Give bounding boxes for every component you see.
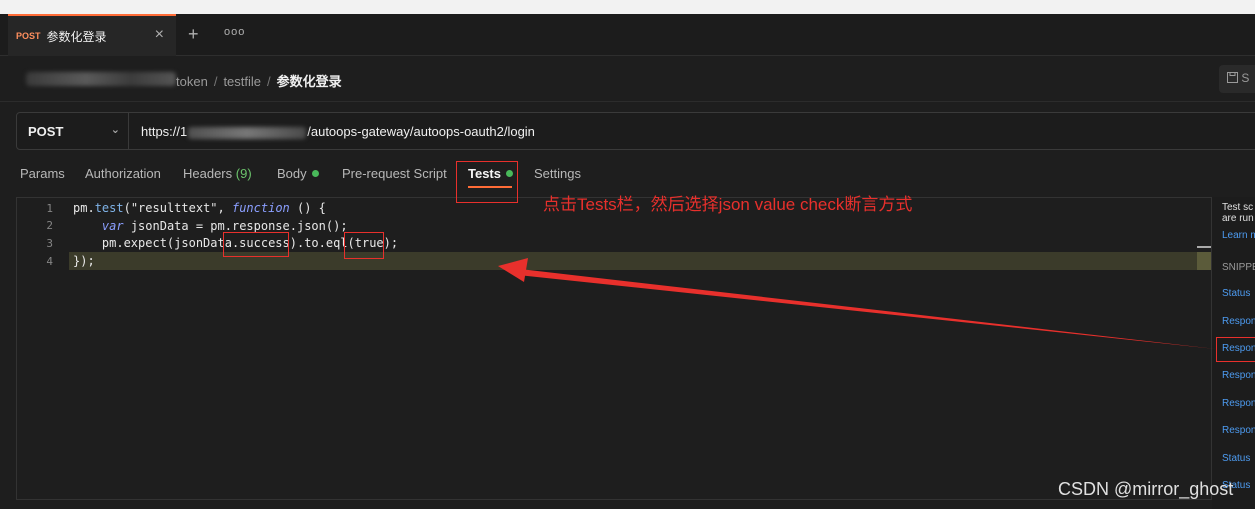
watermark: CSDN @mirror_ghost xyxy=(1058,479,1234,499)
annotation-arrow xyxy=(498,258,1216,349)
